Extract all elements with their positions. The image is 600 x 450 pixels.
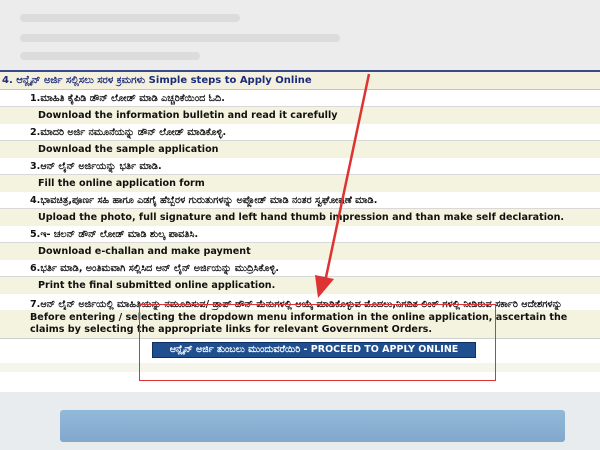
section-header: 4. ಆನ್ಲೈನ್ ಅರ್ಜಿ ಸಲ್ಲಿಸಲು ಸರಳ ಕ್ರಮಗಳು Si… bbox=[0, 70, 600, 90]
step-1-kannada: 1.ಮಾಹಿತಿ ಕೈಪಿಡಿ ಡೌನ್ ಲೋಡ್ ಮಾಡಿ ಎಚ್ಚರಿಕೆಯ… bbox=[0, 90, 600, 107]
step-2-english: Download the sample application bbox=[0, 141, 600, 158]
blurred-text-line bbox=[20, 52, 200, 60]
step-5-english: Download e-challan and make payment bbox=[0, 243, 600, 260]
step-4-english: Upload the photo, full signature and lef… bbox=[0, 209, 600, 226]
step-3-english: Fill the online application form bbox=[0, 175, 600, 192]
step-4-kannada: 4.ಭಾವಚಿತ್ರ,ಪೂರ್ಣ ಸಹಿ ಹಾಗೂ ಎಡಗೈ ಹೆಬ್ಬೆರಳ … bbox=[0, 192, 600, 209]
blurred-text-line bbox=[20, 34, 340, 42]
step-2-kannada: 2.ಮಾದರಿ ಅರ್ಜಿ ನಮೂನೆಯನ್ನು ಡೌನ್ ಲೋಡ್ ಮಾಡಿಕ… bbox=[0, 124, 600, 141]
step-6-kannada: 6.ಭರ್ತಿ ಮಾಡಿ, ಅಂತಿಮವಾಗಿ ಸಲ್ಲಿಸಿದ ಆನ್ ಲೈನ… bbox=[0, 260, 600, 277]
step-6-english: Print the final submitted online applica… bbox=[0, 277, 600, 294]
blurred-text-line bbox=[20, 14, 240, 22]
proceed-to-apply-online-button[interactable]: ಆನ್ಲೈನ್ ಅರ್ಜಿ ತುಂಬಲು ಮುಂದುವರೆಯಿರಿ - PROC… bbox=[152, 342, 476, 358]
blurred-banner bbox=[60, 410, 565, 442]
steps-panel: 4. ಆನ್ಲೈನ್ ಅರ್ಜಿ ಸಲ್ಲಿಸಲು ಸರಳ ಕ್ರಮಗಳು Si… bbox=[0, 70, 600, 372]
step-5-kannada: 5.ಇ- ಚಲನ್ ಡೌನ್ ಲೋಡ್ ಮಾಡಿ ಶುಲ್ಕ ಪಾವತಿಸಿ. bbox=[0, 226, 600, 243]
blurred-page-bottom bbox=[0, 392, 600, 450]
step-3-kannada: 3.ಆನ್ ಲೈನ್ ಅರ್ಜಿಯನ್ನು ಭರ್ತಿ ಮಾಡಿ. bbox=[0, 158, 600, 175]
blurred-page-top bbox=[0, 0, 600, 70]
section-title: 4. ಆನ್ಲೈನ್ ಅರ್ಜಿ ಸಲ್ಲಿಸಲು ಸರಳ ಕ್ರಮಗಳು Si… bbox=[2, 75, 312, 86]
step-1-english: Download the information bulletin and re… bbox=[0, 107, 600, 124]
proceed-row: ಆನ್ಲೈನ್ ಅರ್ಜಿ ತುಂಬಲು ಮುಂದುವರೆಯಿರಿ - PROC… bbox=[0, 338, 600, 363]
step-7-english: Before entering / selecting the dropdown… bbox=[0, 310, 600, 340]
